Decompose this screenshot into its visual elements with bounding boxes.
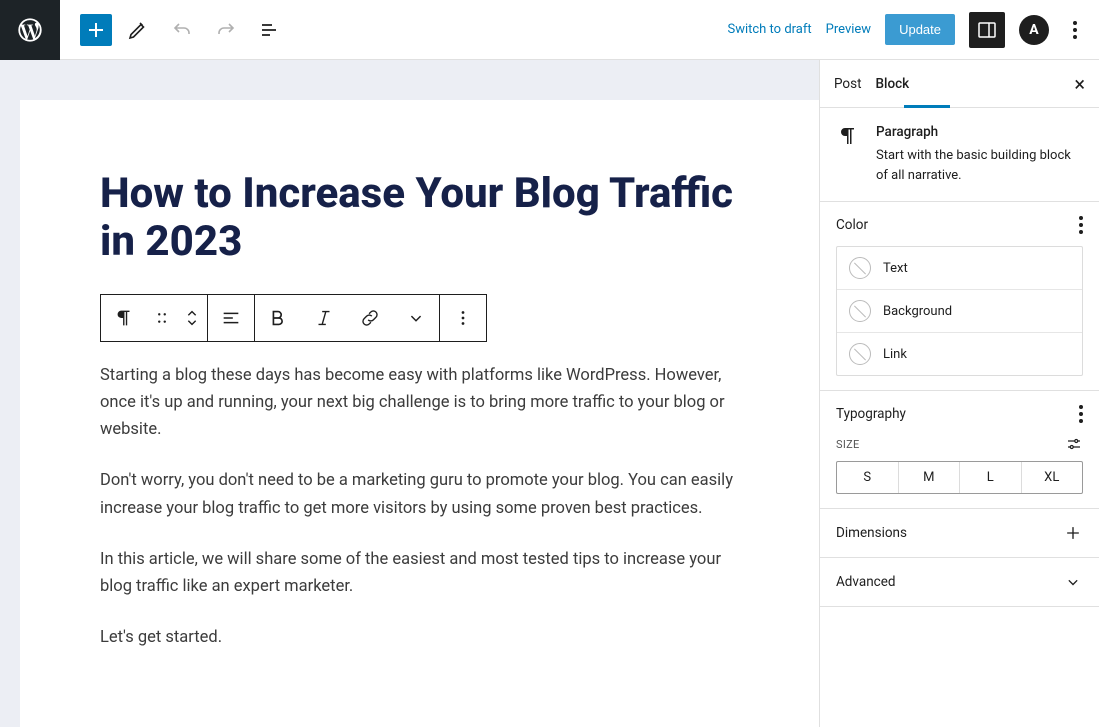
typography-panel: Typography SIZE S M L XL: [820, 391, 1099, 509]
empty-swatch-icon: [849, 257, 871, 279]
block-toolbar: [100, 294, 487, 342]
bold-icon: [267, 307, 289, 329]
text-color-label: Text: [883, 261, 908, 276]
chevron-down-icon: [405, 307, 427, 329]
toolbar-left: [60, 12, 288, 48]
link-button[interactable]: [347, 295, 393, 341]
empty-swatch-icon: [849, 343, 871, 365]
kebab-icon: [452, 307, 474, 329]
size-m-button[interactable]: M: [899, 462, 961, 493]
tab-block[interactable]: Block: [876, 60, 924, 108]
top-toolbar: Switch to draft Preview Update A: [0, 0, 1099, 60]
dimensions-label: Dimensions: [836, 525, 907, 541]
undo-button[interactable]: [164, 12, 200, 48]
post-title[interactable]: How to Increase Your Blog Traffic in 202…: [100, 170, 742, 266]
plus-icon: [1063, 523, 1083, 543]
move-buttons[interactable]: [177, 295, 207, 341]
background-color-row[interactable]: Background: [837, 290, 1082, 333]
editor-page: How to Increase Your Blog Traffic in 202…: [20, 100, 819, 727]
document-overview-button[interactable]: [252, 12, 288, 48]
paragraph-block[interactable]: Don't worry, you don't need to be a mark…: [100, 467, 742, 521]
typography-panel-options[interactable]: [1079, 405, 1083, 423]
block-description-text: Start with the basic building block of a…: [876, 146, 1083, 185]
color-panel: Color Text Background Link: [820, 202, 1099, 391]
advanced-panel-toggle[interactable]: Advanced: [820, 558, 1099, 607]
wordpress-icon: [16, 16, 44, 44]
sidebar-icon: [975, 18, 999, 42]
align-button[interactable]: [208, 295, 254, 341]
wordpress-logo[interactable]: [0, 0, 60, 60]
tab-post[interactable]: Post: [834, 60, 876, 108]
link-icon: [359, 307, 381, 329]
bold-button[interactable]: [255, 295, 301, 341]
user-avatar[interactable]: A: [1019, 15, 1049, 45]
paragraph-block[interactable]: Let's get started.: [100, 624, 742, 651]
block-options-button[interactable]: [440, 295, 486, 341]
sidebar-tabs: Post Block ×: [820, 60, 1099, 108]
settings-sidebar: Post Block × Paragraph Start with the ba…: [819, 60, 1099, 727]
redo-button[interactable]: [208, 12, 244, 48]
plus-icon: [84, 18, 108, 42]
text-color-row[interactable]: Text: [837, 247, 1082, 290]
block-type-button[interactable]: [101, 295, 147, 341]
editor-canvas: How to Increase Your Blog Traffic in 202…: [0, 60, 819, 727]
close-sidebar-button[interactable]: ×: [1074, 74, 1085, 94]
paragraph-icon: [113, 307, 135, 329]
color-panel-title: Color: [836, 217, 868, 233]
block-name: Paragraph: [876, 124, 1083, 140]
dimensions-panel-toggle[interactable]: Dimensions: [820, 509, 1099, 558]
size-l-button[interactable]: L: [960, 462, 1022, 493]
pencil-icon: [126, 18, 150, 42]
color-panel-options[interactable]: [1079, 216, 1083, 234]
background-color-label: Background: [883, 304, 952, 319]
undo-icon: [170, 18, 194, 42]
advanced-label: Advanced: [836, 574, 896, 590]
size-buttons: S M L XL: [836, 461, 1083, 494]
switch-to-draft-link[interactable]: Switch to draft: [727, 22, 811, 37]
italic-icon: [313, 307, 335, 329]
link-color-row[interactable]: Link: [837, 333, 1082, 375]
size-s-button[interactable]: S: [837, 462, 899, 493]
block-description: Paragraph Start with the basic building …: [820, 108, 1099, 202]
drag-handle[interactable]: [147, 295, 177, 341]
tools-button[interactable]: [120, 12, 156, 48]
align-left-icon: [220, 307, 242, 329]
redo-icon: [214, 18, 238, 42]
more-formatting-button[interactable]: [393, 295, 439, 341]
update-button[interactable]: Update: [885, 14, 955, 45]
link-color-label: Link: [883, 347, 907, 362]
options-menu-button[interactable]: [1063, 21, 1087, 39]
preview-link[interactable]: Preview: [826, 22, 871, 37]
move-up-down-icon: [181, 307, 203, 329]
paragraph-icon: [836, 124, 860, 185]
drag-icon: [151, 307, 173, 329]
sliders-icon[interactable]: [1065, 435, 1083, 453]
italic-button[interactable]: [301, 295, 347, 341]
empty-swatch-icon: [849, 300, 871, 322]
chevron-down-icon: [1063, 572, 1083, 592]
paragraph-block[interactable]: Starting a blog these days has become ea…: [100, 362, 742, 444]
add-block-button[interactable]: [80, 14, 112, 46]
settings-toggle-button[interactable]: [969, 12, 1005, 48]
list-icon: [258, 18, 282, 42]
typography-panel-title: Typography: [836, 406, 906, 422]
toolbar-right: Switch to draft Preview Update A: [727, 12, 1099, 48]
size-label: SIZE: [836, 438, 860, 451]
paragraph-block[interactable]: In this article, we will share some of t…: [100, 546, 742, 600]
size-xl-button[interactable]: XL: [1022, 462, 1083, 493]
